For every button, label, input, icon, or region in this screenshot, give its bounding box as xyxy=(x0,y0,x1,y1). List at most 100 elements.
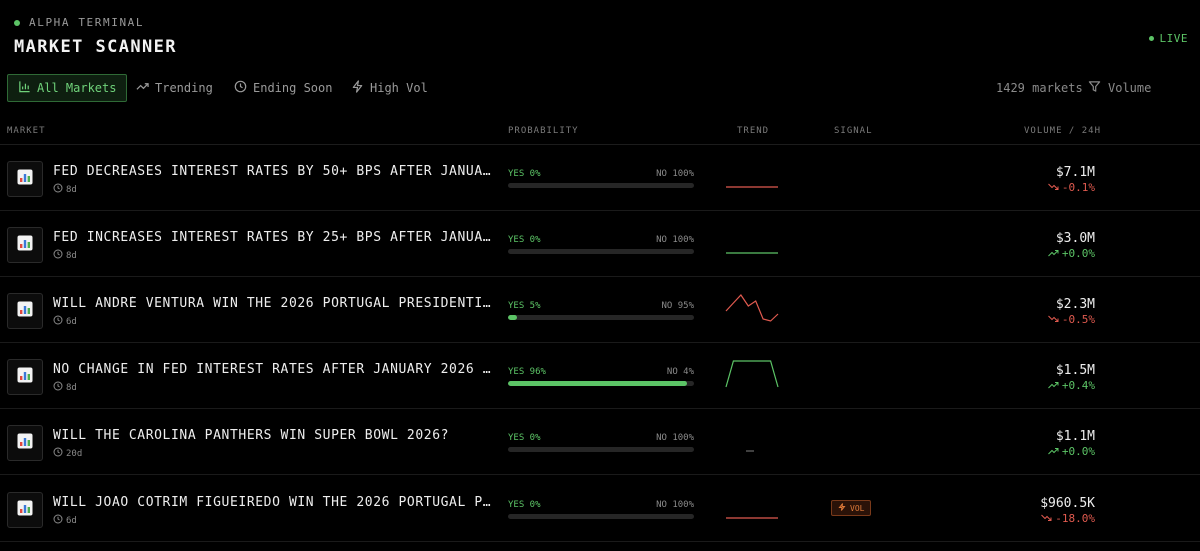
tab-trending[interactable]: Trending xyxy=(125,74,224,102)
change-value: -0.1% xyxy=(1061,181,1095,194)
market-title[interactable]: WILL THE CAROLINA PANTHERS WIN SUPER BOW… xyxy=(53,428,493,443)
market-expiry: 6d xyxy=(53,315,77,328)
probability-bar xyxy=(508,315,694,320)
market-title[interactable]: FED INCREASES INTEREST RATES BY 25+ BPS … xyxy=(53,230,493,245)
probability-bar xyxy=(508,447,694,452)
volume-value: $2.3M xyxy=(1055,297,1095,312)
market-thumbnail xyxy=(7,492,43,528)
no-probability: NO 100% xyxy=(656,169,694,179)
volume-value: $3.0M xyxy=(1055,231,1095,246)
page-title: MARKET SCANNER xyxy=(14,37,177,57)
market-thumbnail xyxy=(7,293,43,329)
col-header-signal[interactable]: SIGNAL xyxy=(834,126,873,136)
yes-probability: YES 96% xyxy=(508,367,546,377)
trend-sparkline xyxy=(725,360,779,388)
header: ALPHA TERMINAL MARKET SCANNER LIVE xyxy=(0,0,1200,70)
chart-emoji-icon xyxy=(17,301,33,321)
market-thumbnail xyxy=(7,359,43,395)
trend-up-icon xyxy=(1048,379,1059,392)
probability-bar xyxy=(508,514,694,519)
yes-probability: YES 0% xyxy=(508,235,541,245)
time-remaining: 8d xyxy=(66,184,77,195)
no-probability: NO 100% xyxy=(656,433,694,443)
lightning-icon xyxy=(351,80,364,96)
tab-label: Trending xyxy=(155,81,213,95)
trend-up-icon xyxy=(1048,445,1059,458)
volume-value: $1.5M xyxy=(1055,363,1095,378)
signal-label: VOL xyxy=(850,503,865,513)
change-value: -18.0% xyxy=(1055,512,1095,525)
volume-change: +0.0% xyxy=(1048,247,1095,260)
probability-bar xyxy=(508,249,694,254)
status-dot xyxy=(14,19,20,26)
market-thumbnail xyxy=(7,227,43,263)
market-title[interactable]: WILL ANDRÉ VENTURA WIN THE 2026 PORTUGAL… xyxy=(53,296,493,311)
trend-up-icon xyxy=(1048,247,1059,260)
no-probability: NO 100% xyxy=(656,235,694,245)
volume-value: $960.5K xyxy=(1040,496,1095,511)
col-header-probability[interactable]: PROBABILITY xyxy=(508,126,579,136)
market-expiry: 20d xyxy=(53,447,82,460)
market-thumbnail xyxy=(7,425,43,461)
trend-down-icon xyxy=(1048,313,1059,326)
sort-label: Volume xyxy=(1108,81,1152,95)
market-row[interactable]: NO CHANGE IN FED INTEREST RATES AFTER JA… xyxy=(0,343,1200,409)
trend-down-icon xyxy=(1041,512,1052,525)
sort-dropdown[interactable]: Volume xyxy=(1088,74,1151,102)
time-remaining: 8d xyxy=(66,250,77,261)
volume-change: -0.1% xyxy=(1048,181,1095,194)
clock-icon xyxy=(53,249,63,262)
time-remaining: 6d xyxy=(66,316,77,327)
market-expiry: 6d xyxy=(53,514,77,527)
yes-probability: YES 5% xyxy=(508,301,541,311)
volume-value: $7.1M xyxy=(1055,165,1095,180)
market-row[interactable]: WILL THE CAROLINA PANTHERS WIN SUPER BOW… xyxy=(0,409,1200,475)
market-row[interactable]: WILL JOÃO COTRIM FIGUEIREDO WIN THE 2026… xyxy=(0,476,1200,542)
market-row[interactable]: FED INCREASES INTEREST RATES BY 25+ BPS … xyxy=(0,211,1200,277)
market-title[interactable]: WILL JOÃO COTRIM FIGUEIREDO WIN THE 2026… xyxy=(53,495,493,510)
market-thumbnail xyxy=(7,161,43,197)
toolbar: All Markets Trending Ending Soon High Vo… xyxy=(0,74,1200,102)
clock-icon xyxy=(53,183,63,196)
sparkline-path xyxy=(725,360,779,388)
trend-sparkline xyxy=(725,294,779,322)
chart-emoji-icon xyxy=(17,367,33,387)
filter-icon xyxy=(1088,80,1101,96)
live-label: LIVE xyxy=(1159,32,1188,45)
market-row[interactable]: WILL ANDRÉ VENTURA WIN THE 2026 PORTUGAL… xyxy=(0,277,1200,343)
clock-icon xyxy=(53,315,63,328)
bar-chart-icon xyxy=(18,80,31,96)
tab-label: High Vol xyxy=(370,81,428,95)
market-expiry: 8d xyxy=(53,183,77,196)
probability-bar xyxy=(508,381,694,386)
brand-name: ALPHA TERMINAL xyxy=(29,16,145,29)
col-header-market[interactable]: MARKET xyxy=(7,126,46,136)
market-title[interactable]: NO CHANGE IN FED INTEREST RATES AFTER JA… xyxy=(53,362,493,377)
clock-icon xyxy=(234,80,247,96)
clock-icon xyxy=(53,447,63,460)
time-remaining: 6d xyxy=(66,515,77,526)
trend-sparkline xyxy=(726,517,778,519)
trending-up-icon xyxy=(136,80,149,96)
tab-label: Ending Soon xyxy=(253,81,333,95)
change-value: +0.0% xyxy=(1061,247,1095,260)
col-header-trend[interactable]: TREND xyxy=(737,126,769,136)
change-value: +0.0% xyxy=(1061,445,1095,458)
lightning-icon xyxy=(838,503,846,513)
market-count: 1429 markets xyxy=(996,81,1083,95)
clock-icon xyxy=(53,514,63,527)
trend-sparkline xyxy=(746,450,754,452)
tab-all-markets[interactable]: All Markets xyxy=(7,74,128,102)
col-header-volume[interactable]: VOLUME / 24H xyxy=(1024,126,1101,136)
live-dot xyxy=(1148,36,1154,41)
tab-high-vol[interactable]: High Vol xyxy=(340,74,439,102)
change-value: -0.5% xyxy=(1061,313,1095,326)
signal-badge[interactable]: VOL xyxy=(831,500,872,516)
volume-change: +0.4% xyxy=(1048,379,1095,392)
tab-ending-soon[interactable]: Ending Soon xyxy=(223,74,343,102)
brand: ALPHA TERMINAL xyxy=(14,16,144,29)
market-row[interactable]: FED DECREASES INTEREST RATES BY 50+ BPS … xyxy=(0,145,1200,211)
volume-change: +0.0% xyxy=(1048,445,1095,458)
market-title[interactable]: FED DECREASES INTEREST RATES BY 50+ BPS … xyxy=(53,164,493,179)
time-remaining: 8d xyxy=(66,382,77,393)
